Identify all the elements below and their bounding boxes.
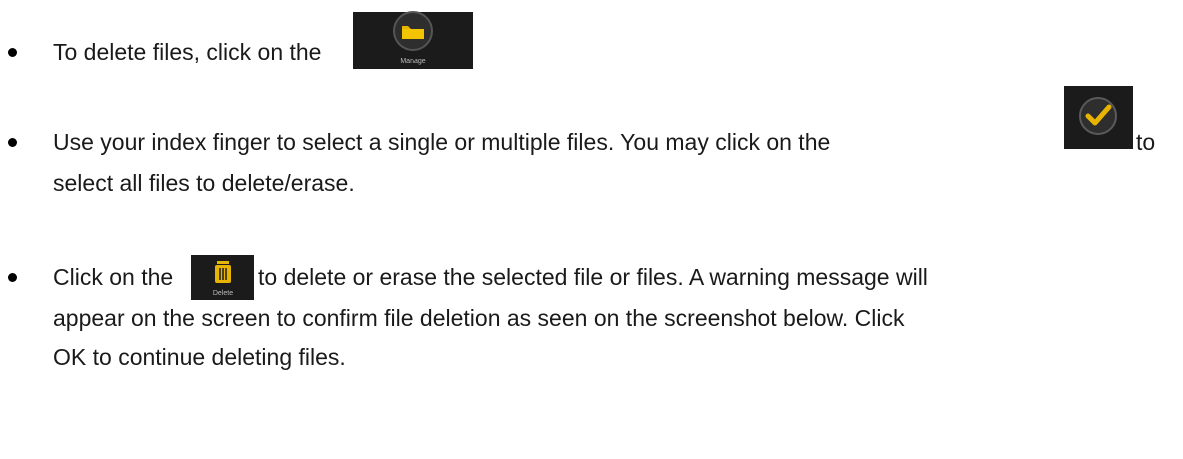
list-item: Click on the Delete to delete or erase t… <box>0 200 1183 459</box>
item-1-text: To delete files, click on the <box>53 39 322 65</box>
bullet-icon <box>8 138 17 147</box>
item-3-line2: appear on the screen to confirm file del… <box>53 305 905 331</box>
list-item: Use your index finger to select a single… <box>0 80 1183 200</box>
item-1-period: . <box>411 39 418 65</box>
item-3-text: Click on the <box>53 264 174 290</box>
item-2-text: Use your index finger to select a single… <box>53 129 831 155</box>
list-item: To delete files, click on the Manage . <box>0 0 1183 80</box>
item-3-line3: OK to continue deleting files. <box>53 344 346 370</box>
bullet-icon <box>8 273 17 282</box>
delete-icon-caption: Delete <box>213 290 233 297</box>
item-2-to: to <box>1136 129 1156 155</box>
delete-trash-icon[interactable]: Delete <box>191 255 254 300</box>
item-2-line2: select all files to delete/erase. <box>53 170 355 196</box>
item-3-text-cont: to delete or erase the selected file or … <box>258 264 928 290</box>
bullet-icon <box>8 48 17 57</box>
select-all-checkmark-icon[interactable] <box>1064 86 1133 149</box>
